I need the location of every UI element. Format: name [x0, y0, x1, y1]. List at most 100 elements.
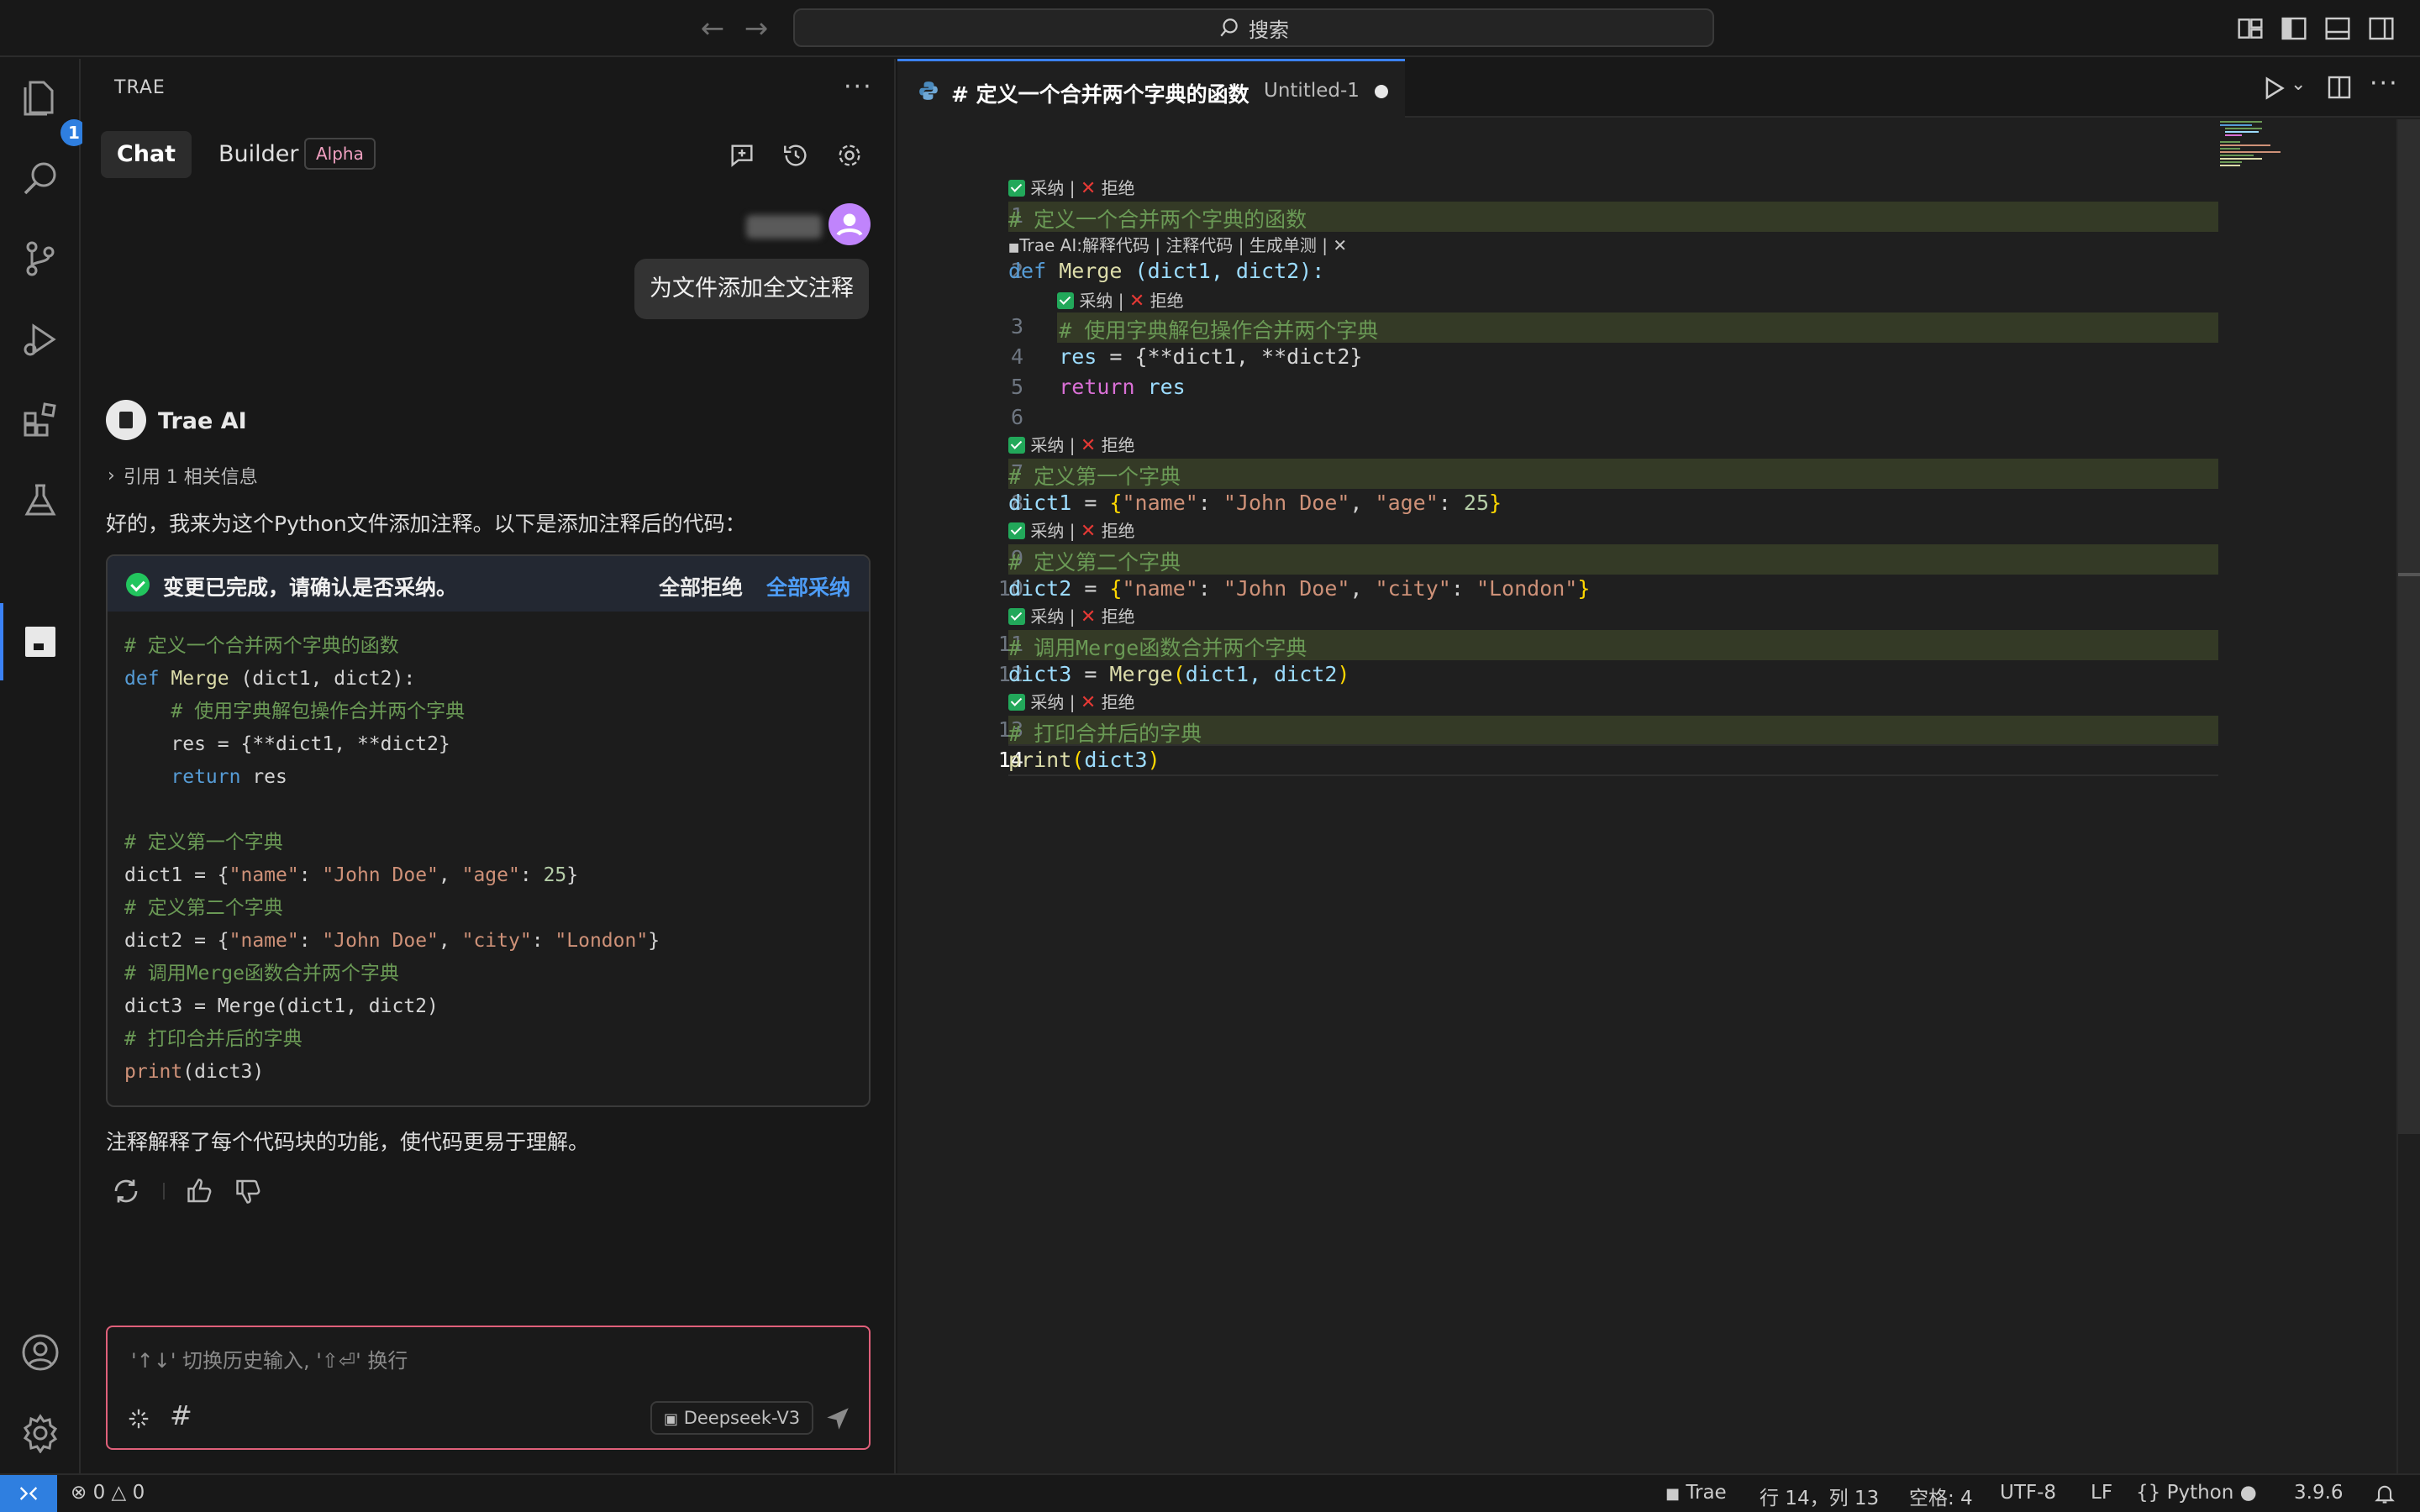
settings-button[interactable] [20, 1413, 60, 1454]
reject-link[interactable]: 拒绝 [1102, 692, 1135, 712]
run-debug-button[interactable] [20, 319, 60, 360]
accept-link[interactable]: 采纳 [1030, 178, 1064, 198]
hash-context-icon[interactable]: # [170, 1399, 192, 1431]
accept-reject-lens[interactable]: 采纳 | ✕ 拒绝 [1008, 432, 1135, 456]
new-chat-icon[interactable] [728, 141, 756, 170]
tab-chat[interactable]: Chat [101, 131, 192, 178]
toggle-secondary-sidebar-icon[interactable] [2368, 15, 2395, 42]
more-actions-icon[interactable]: ··· [844, 72, 873, 102]
chat-input-box[interactable]: '↑↓' 切换历史输入, '⇧⏎' 换行 # ▣ Deepseek-V3 [106, 1326, 871, 1450]
unsaved-dot-icon[interactable] [1375, 85, 1388, 98]
source-control-button[interactable] [20, 239, 60, 279]
cross-icon: ✕ [1080, 435, 1097, 456]
toggle-primary-sidebar-icon[interactable] [2281, 15, 2307, 42]
code-area[interactable]: 采纳 | ✕ 拒绝 ■Trae AI:解释代码 | 注释代码 | 生成单测 | … [897, 119, 2420, 1473]
vertical-scrollbar[interactable] [2396, 119, 2420, 1473]
error-count: 0 [92, 1482, 106, 1504]
editor-tab-active[interactable]: # 定义一个合并两个字典的函数 Untitled-1 [897, 59, 1405, 118]
code-token: # 调用Merge函数合并两个字典 [1008, 636, 1307, 660]
regenerate-icon[interactable] [111, 1176, 141, 1206]
code-token: : [531, 930, 555, 952]
code-token: def [1008, 259, 1047, 283]
minimap[interactable] [2220, 119, 2388, 186]
thumbs-down-icon[interactable] [234, 1176, 264, 1206]
braces-icon: {} [2136, 1482, 2161, 1504]
ai-lens-actions[interactable]: Trae AI:解释代码 | 注释代码 | 生成单测 | ✕ [1019, 235, 1347, 255]
send-icon[interactable] [823, 1404, 852, 1433]
run-icon[interactable] [2259, 74, 2287, 102]
search-view-button[interactable] [20, 158, 60, 198]
accept-link[interactable]: 采纳 [1030, 521, 1064, 541]
tab-builder[interactable]: Builder [218, 141, 299, 167]
search-icon [1220, 18, 1238, 37]
cross-icon: ✕ [1080, 692, 1097, 713]
language-mode[interactable]: {} Python ● [2136, 1482, 2257, 1504]
account-button[interactable] [20, 1332, 60, 1373]
panel-title: TRAE [114, 77, 166, 98]
accept-link[interactable]: 采纳 [1030, 435, 1064, 455]
testing-button[interactable] [20, 480, 60, 521]
python-version[interactable]: 3.9.6 [2294, 1482, 2344, 1504]
split-editor-icon[interactable] [2326, 74, 2353, 101]
problems-indicator[interactable]: ⊗ 0 △ 0 [71, 1482, 145, 1504]
extensions-button[interactable] [20, 400, 60, 440]
code-token: def [124, 668, 160, 690]
explorer-button[interactable]: 1 [20, 77, 87, 146]
accept-reject-lens[interactable]: 采纳 | ✕ 拒绝 [1008, 689, 1135, 713]
model-selector[interactable]: ▣ Deepseek-V3 [650, 1401, 814, 1435]
accept-reject-lens[interactable]: 采纳 | ✕ 拒绝 [1057, 287, 1184, 312]
cursor-position[interactable]: 行 14，列 13 [1760, 1482, 1879, 1510]
accept-link[interactable]: 采纳 [1030, 606, 1064, 627]
trae-ai-button[interactable] [20, 622, 60, 662]
account-icon [22, 1334, 59, 1371]
command-search-box[interactable]: 搜索 [793, 8, 1714, 47]
reference-toggle[interactable]: › 引用 1 相关信息 [108, 462, 258, 489]
check-icon [1008, 437, 1025, 454]
code-token: res [1008, 344, 1097, 369]
line-ending[interactable]: LF [2091, 1482, 2112, 1504]
accept-reject-lens[interactable]: 采纳 | ✕ 拒绝 [1008, 517, 1135, 542]
back-arrow-icon[interactable]: ← [696, 12, 729, 45]
code-line: dict3 = Merge(dict1, dict2) [124, 995, 439, 1017]
layout-customize-icon[interactable] [2237, 15, 2264, 42]
accept-reject-lens[interactable]: 采纳 | ✕ 拒绝 [1008, 603, 1135, 627]
reject-link[interactable]: 拒绝 [1102, 521, 1135, 541]
python-file-icon [919, 81, 938, 100]
reject-link[interactable]: 拒绝 [1150, 291, 1184, 311]
reject-link[interactable]: 拒绝 [1102, 178, 1135, 198]
chevron-down-icon[interactable]: ⌄ [2291, 74, 2306, 95]
sparkle-icon[interactable] [126, 1406, 151, 1431]
thumbs-up-icon[interactable] [185, 1176, 215, 1206]
accept-reject-lens[interactable]: 采纳 | ✕ 拒绝 [1008, 175, 1135, 199]
warning-icon: △ [111, 1482, 127, 1504]
code-line: # 调用Merge函数合并两个字典 [124, 963, 399, 984]
accept-all-button[interactable]: 全部采纳 [766, 571, 850, 601]
editor-tab-bar: # 定义一个合并两个字典的函数 Untitled-1 ⌄ ··· [897, 59, 2420, 118]
reject-all-button[interactable]: 全部拒绝 [659, 571, 743, 601]
ai-code-lens[interactable]: ■Trae AI:解释代码 | 注释代码 | 生成单测 | ✕ [1008, 232, 1347, 256]
gear-icon[interactable] [835, 141, 864, 170]
activity-bar: 1 [0, 59, 87, 1473]
toggle-panel-icon[interactable] [2324, 15, 2351, 42]
accept-link[interactable]: 采纳 [1030, 692, 1064, 712]
reject-link[interactable]: 拒绝 [1102, 606, 1135, 627]
history-icon[interactable] [781, 141, 810, 170]
scrollbar-thumb[interactable] [2398, 119, 2420, 1134]
trae-status[interactable]: ■ Trae [1665, 1482, 1727, 1504]
indentation[interactable]: 空格: 4 [1909, 1482, 1973, 1510]
code-line: # 使用字典解包操作合并两个字典 [124, 701, 466, 722]
code-token: dict1 [1008, 491, 1072, 515]
lens-separator: | [1064, 435, 1081, 455]
accept-link[interactable]: 采纳 [1079, 291, 1113, 311]
code-token: ( [1172, 662, 1186, 686]
code-token: "name" [1122, 576, 1198, 601]
bell-icon[interactable] [2373, 1482, 2396, 1505]
encoding[interactable]: UTF-8 [2000, 1482, 2056, 1504]
reject-link[interactable]: 拒绝 [1102, 435, 1135, 455]
remote-indicator[interactable] [0, 1475, 57, 1512]
forward-arrow-icon[interactable]: → [739, 12, 773, 45]
change-card-header: 变更已完成，请确认是否采纳。 全部拒绝 全部采纳 [108, 556, 869, 612]
change-status-text: 变更已完成，请确认是否采纳。 [163, 575, 458, 600]
more-actions-icon[interactable]: ··· [2370, 69, 2399, 98]
lens-separator: | [1064, 178, 1081, 198]
